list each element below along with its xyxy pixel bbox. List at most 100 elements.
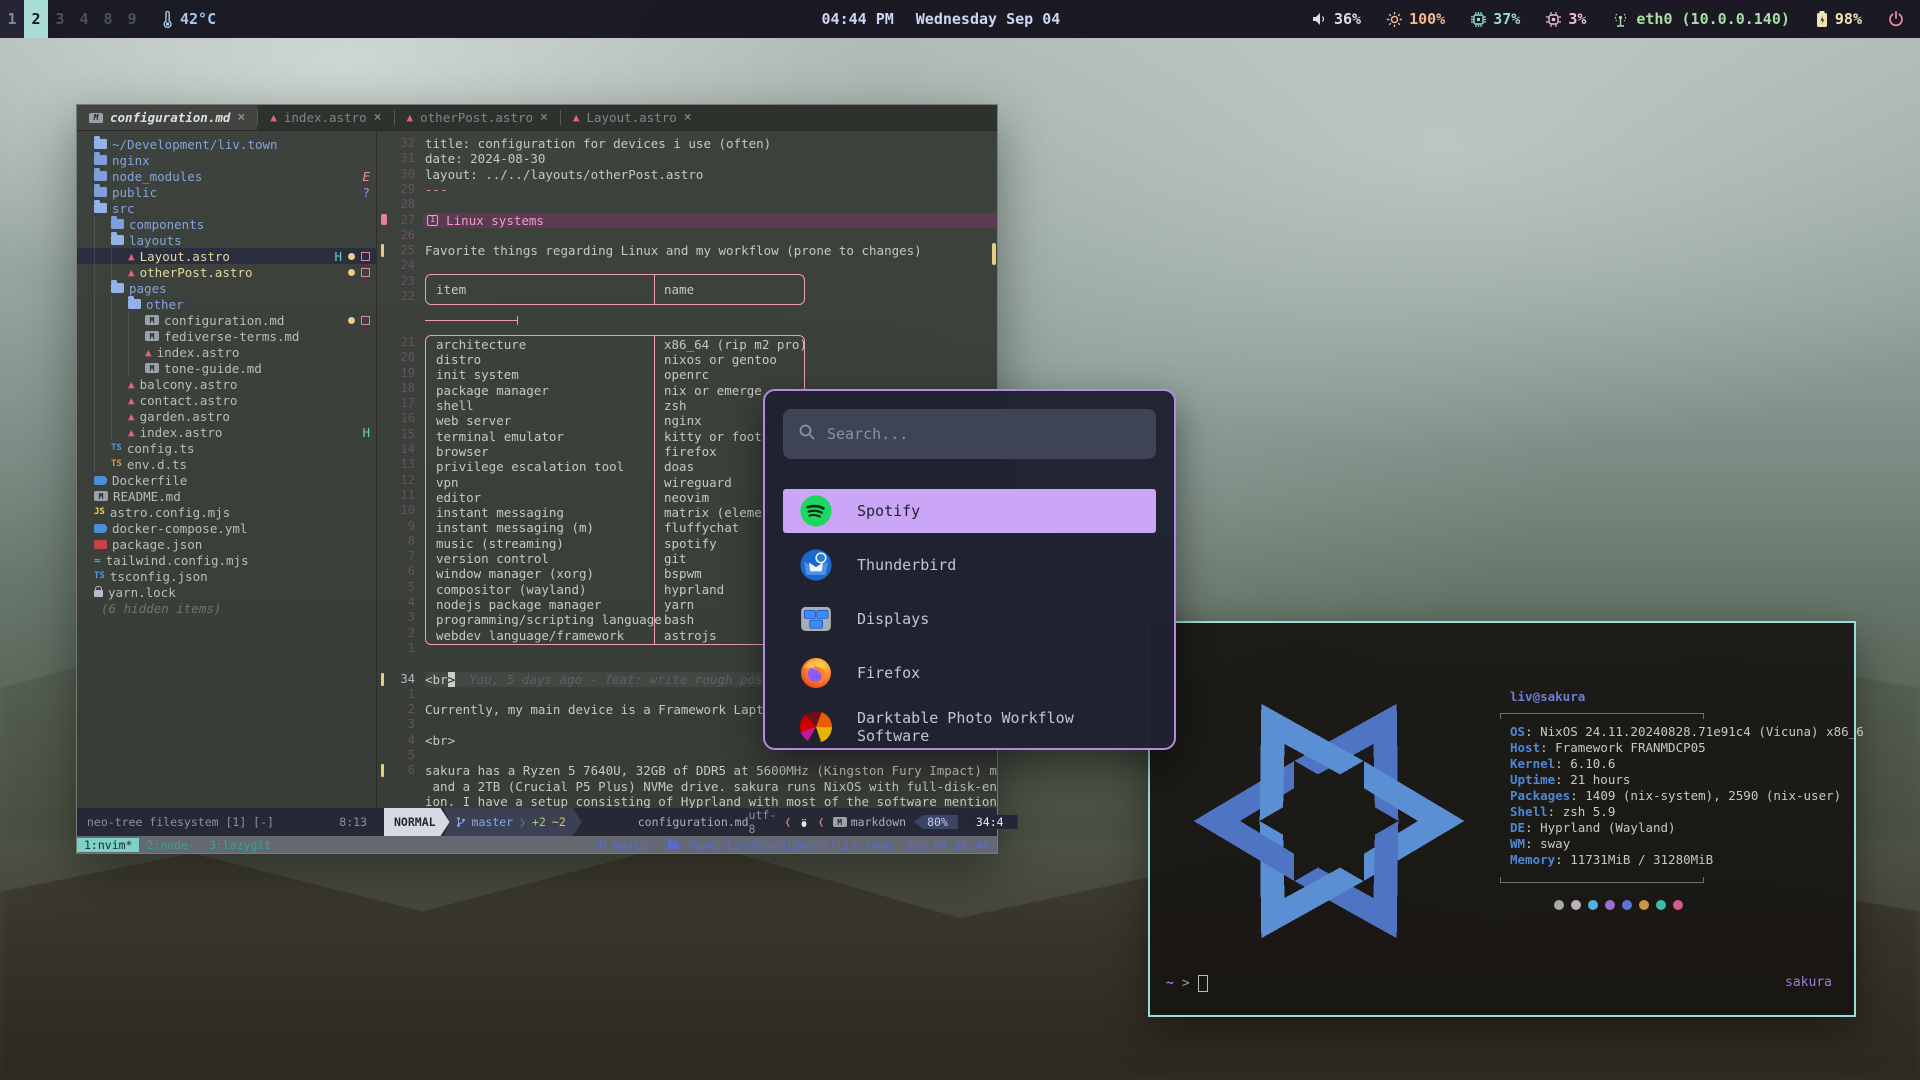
workspace-button-8[interactable]: 8 <box>96 0 120 38</box>
tmux-branch: master <box>613 838 655 852</box>
tree-item-nginx[interactable]: nginx <box>77 152 376 168</box>
tab-close-icon[interactable]: × <box>684 110 692 125</box>
tree-item-tone-guide.md[interactable]: Mtone-guide.md <box>77 360 376 376</box>
paragraph-line[interactable]: and a 2TB (Crucial P5 Plus) NVMe drive. … <box>425 779 997 794</box>
table-row[interactable]: terminal emulatorkitty or foot <box>426 429 804 444</box>
tree-item-config.ts[interactable]: TSconfig.ts <box>77 440 376 456</box>
launcher-entry-darktable[interactable]: Darktable Photo Workflow Software <box>783 705 1156 749</box>
brightness-module[interactable]: 100% <box>1387 10 1445 28</box>
tree-item-fediverse-terms.md[interactable]: Mfediverse-terms.md <box>77 328 376 344</box>
tmux-window-3lazygit[interactable]: 3:lazygit <box>202 838 278 852</box>
tree-item-other[interactable]: other <box>77 296 376 312</box>
tab-Layout.astro[interactable]: ▲Layout.astro× <box>561 105 704 130</box>
frontmatter-divider[interactable]: --- <box>425 182 997 197</box>
tree-item-tsconfig.json[interactable]: TStsconfig.json <box>77 568 376 584</box>
tmux-window-1nvim[interactable]: 1:nvim* <box>77 838 139 852</box>
tree-item-6hiddenitems[interactable]: (6 hidden items) <box>77 600 376 616</box>
workspace-button-1[interactable]: 1 <box>0 0 24 38</box>
tmux-window-2node[interactable]: 2:node- <box>139 838 201 852</box>
table-row[interactable]: programming/scripting languagebash <box>426 612 804 627</box>
tree-item-public[interactable]: public? <box>77 184 376 200</box>
blank-line[interactable] <box>425 748 997 763</box>
shell-prompt[interactable]: ~ > <box>1166 975 1208 992</box>
tree-item-yarn.lock[interactable]: yarn.lock <box>77 584 376 600</box>
table-row[interactable]: web servernginx <box>426 413 804 428</box>
volume-module[interactable]: 36% <box>1312 10 1361 28</box>
tree-item-docker-compose.yml[interactable]: docker-compose.yml <box>77 520 376 536</box>
temperature-module[interactable]: 42°C <box>162 10 216 28</box>
tree-item-env.d.ts[interactable]: TSenv.d.ts <box>77 456 376 472</box>
workspace-button-9[interactable]: 9 <box>120 0 144 38</box>
astro-icon: ▲ <box>128 250 135 263</box>
blank-line[interactable] <box>425 258 997 273</box>
paragraph-line[interactable]: ion. I have a setup consisting of Hyprla… <box>425 794 997 808</box>
tree-item-index.astro[interactable]: ▲index.astroH <box>77 424 376 440</box>
blank-line[interactable] <box>425 228 997 243</box>
launcher-entry-displays[interactable]: Displays <box>783 597 1156 641</box>
table-row[interactable]: vpnwireguard <box>426 475 804 490</box>
frontmatter-line[interactable]: title: configuration for devices i use (… <box>425 136 997 151</box>
tree-item-contact.astro[interactable]: ▲contact.astro <box>77 392 376 408</box>
table-row[interactable]: instant messaging (m)fluffychat <box>426 520 804 535</box>
table-row[interactable]: init systemopenrc <box>426 367 804 382</box>
table-row[interactable]: music (streaming)spotify <box>426 536 804 551</box>
table-row[interactable]: nodejs package manageryarn <box>426 597 804 612</box>
table-row[interactable]: browserfirefox <box>426 444 804 459</box>
tab-configuration.md[interactable]: Mconfiguration.md× <box>77 105 257 130</box>
tree-item-layouts[interactable]: layouts <box>77 232 376 248</box>
launcher-entry-thunderbird[interactable]: Thunderbird <box>783 543 1156 587</box>
table-row[interactable]: distronixos or gentoo <box>426 352 804 367</box>
tree-item-README.md[interactable]: MREADME.md <box>77 488 376 504</box>
cpu-module[interactable]: 37% <box>1471 10 1520 28</box>
table-row[interactable]: privilege escalation tooldoas <box>426 459 804 474</box>
memory-module[interactable]: 3% <box>1546 10 1586 28</box>
battery-module[interactable]: 98% <box>1816 10 1862 28</box>
table-row[interactable]: version controlgit <box>426 551 804 566</box>
tab-close-icon[interactable]: × <box>540 110 548 125</box>
table-row[interactable]: package managernix or emerge <box>426 383 804 398</box>
tree-item-configuration.md[interactable]: Mconfiguration.md <box>77 312 376 328</box>
workspace-button-3[interactable]: 3 <box>48 0 72 38</box>
tree-item-Layout.astro[interactable]: ▲Layout.astroH <box>77 248 376 264</box>
frontmatter-line[interactable]: layout: ../../layouts/otherPost.astro <box>425 167 997 182</box>
table-row[interactable]: instant messagingmatrix (element <box>426 505 804 520</box>
workspace-button-2[interactable]: 2 <box>24 0 48 38</box>
launcher-entry-spotify[interactable]: Spotify <box>783 489 1156 533</box>
tree-item-src[interactable]: src <box>77 200 376 216</box>
launcher-search-input[interactable]: Search... <box>783 409 1156 459</box>
table-row[interactable]: editorneovim <box>426 490 804 505</box>
tree-item-Dockerfile[interactable]: Dockerfile <box>77 472 376 488</box>
tab-otherPost.astro[interactable]: ▲otherPost.astro× <box>395 105 560 130</box>
intro-line[interactable]: Favorite things regarding Linux and my w… <box>425 243 997 258</box>
tree-item-astro.config.mjs[interactable]: JSastro.config.mjs <box>77 504 376 520</box>
tree-item-pages[interactable]: pages <box>77 280 376 296</box>
paragraph-line[interactable]: sakura has a Ryzen 5 7640U, 32GB of DDR5… <box>425 763 997 778</box>
table-row[interactable]: window manager (xorg)bspwm <box>426 566 804 581</box>
power-module[interactable] <box>1888 11 1904 27</box>
table-row[interactable]: architecturex86_64 (rip m2 pro) <box>426 337 804 352</box>
neotree-file-explorer[interactable]: ~/Development/liv.townnginxnode_modulesE… <box>77 131 377 808</box>
tab-close-icon[interactable]: × <box>374 110 382 125</box>
launcher-entry-firefox[interactable]: Firefox <box>783 651 1156 695</box>
frontmatter-line[interactable]: date: 2024-08-30 <box>425 151 997 166</box>
tree-item-nodemodules[interactable]: node_modulesE <box>77 168 376 184</box>
line-number: 2 <box>385 626 415 641</box>
workspace-button-4[interactable]: 4 <box>72 0 96 38</box>
tree-item-package.json[interactable]: package.json <box>77 536 376 552</box>
tab-index.astro[interactable]: ▲index.astro× <box>258 105 393 130</box>
tree-item-otherPost.astro[interactable]: ▲otherPost.astro <box>77 264 376 280</box>
table-row[interactable]: compositor (wayland)hyprland <box>426 582 804 597</box>
table-row[interactable]: webdev language/frameworkastrojs <box>426 628 804 643</box>
tab-close-icon[interactable]: × <box>237 110 245 125</box>
tree-item-tailwind.config.mjs[interactable]: ≈tailwind.config.mjs <box>77 552 376 568</box>
network-module[interactable]: eth0 (10.0.0.140) <box>1612 10 1790 28</box>
folder-icon <box>94 155 107 165</box>
table-row[interactable]: shellzsh <box>426 398 804 413</box>
tree-item-index.astro[interactable]: ▲index.astro <box>77 344 376 360</box>
tree-item-garden.astro[interactable]: ▲garden.astro <box>77 408 376 424</box>
tree-item-components[interactable]: components <box>77 216 376 232</box>
heading-line[interactable]: 1Linux systems <box>423 213 997 228</box>
blank-line[interactable] <box>425 197 997 212</box>
tree-root[interactable]: ~/Development/liv.town <box>77 136 376 152</box>
tree-item-balcony.astro[interactable]: ▲balcony.astro <box>77 376 376 392</box>
